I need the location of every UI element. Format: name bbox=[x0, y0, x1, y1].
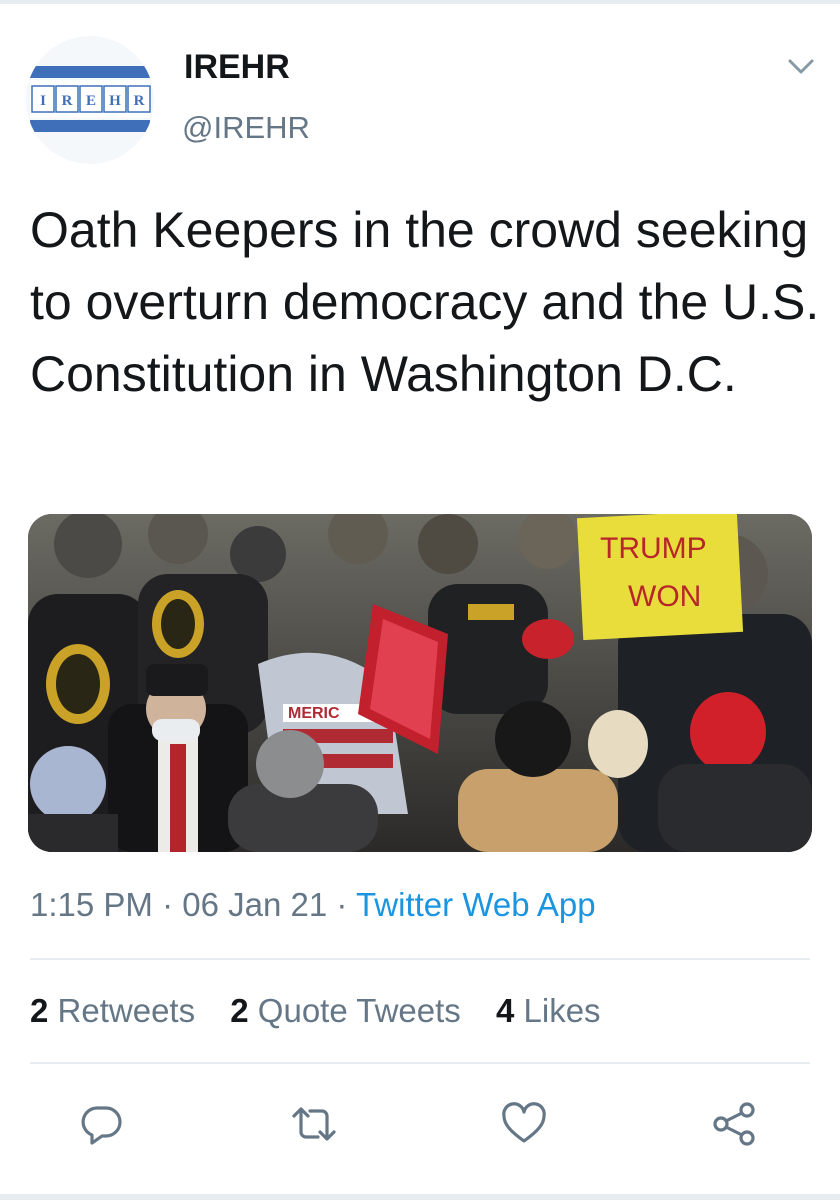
meta-separator: · bbox=[336, 886, 348, 923]
author-handle[interactable]: @IREHR bbox=[182, 110, 310, 146]
retweets-label: Retweets bbox=[57, 992, 196, 1029]
tweet-metadata: 1:15 PM · 06 Jan 21 · Twitter Web App bbox=[30, 886, 596, 924]
sign-text-line2: WON bbox=[628, 580, 701, 613]
likes-stat[interactable]: 4 Likes bbox=[496, 992, 601, 1029]
irehr-logo: I R E H R bbox=[30, 66, 151, 132]
crowd-photo-illustration: MERIC TRUMP WON bbox=[28, 514, 812, 852]
likes-count: 4 bbox=[495, 992, 515, 1029]
meta-separator: · bbox=[162, 886, 174, 923]
retweets-stat[interactable]: 2 Retweets bbox=[30, 992, 195, 1029]
tweet-date[interactable]: 06 Jan 21 bbox=[182, 886, 327, 923]
author-display-name[interactable]: IREHR bbox=[184, 48, 290, 87]
quote-tweets-stat[interactable]: 2 Quote Tweets bbox=[230, 992, 461, 1029]
bottom-border bbox=[0, 1194, 840, 1200]
sign-text-line1: TRUMP bbox=[600, 532, 707, 565]
flag-text: MERIC bbox=[288, 705, 340, 722]
divider bbox=[30, 1062, 810, 1064]
logo-letter: R bbox=[62, 93, 73, 109]
heart-icon[interactable] bbox=[500, 1100, 548, 1148]
quote-tweets-label: Quote Tweets bbox=[257, 992, 461, 1029]
author-avatar[interactable]: I R E H R bbox=[26, 36, 154, 164]
retweets-count: 2 bbox=[30, 992, 49, 1029]
tweet-stats: 2 Retweets 2 Quote Tweets 4 Likes bbox=[30, 992, 627, 1030]
tweet-source-link[interactable]: Twitter Web App bbox=[356, 886, 596, 923]
tweet-text: Oath Keepers in the crowd seeking to ove… bbox=[30, 202, 820, 402]
divider bbox=[30, 958, 810, 960]
reply-icon[interactable] bbox=[78, 1100, 126, 1148]
share-icon[interactable] bbox=[710, 1100, 758, 1148]
logo-letter: H bbox=[109, 93, 121, 109]
chevron-down-icon[interactable] bbox=[786, 56, 816, 78]
tweet-time[interactable]: 1:15 PM bbox=[30, 886, 153, 923]
likes-label: Likes bbox=[523, 992, 601, 1029]
quote-tweets-count: 2 bbox=[230, 992, 249, 1029]
tweet-card: I R E H R IREHR @IREHR Oath Keepers in t… bbox=[0, 0, 840, 1200]
retweet-icon[interactable] bbox=[290, 1100, 338, 1148]
tweet-photo[interactable]: MERIC TRUMP WON bbox=[28, 514, 812, 852]
logo-letter: I bbox=[40, 93, 46, 109]
logo-letter: E bbox=[86, 93, 96, 109]
logo-letter: R bbox=[134, 93, 145, 109]
